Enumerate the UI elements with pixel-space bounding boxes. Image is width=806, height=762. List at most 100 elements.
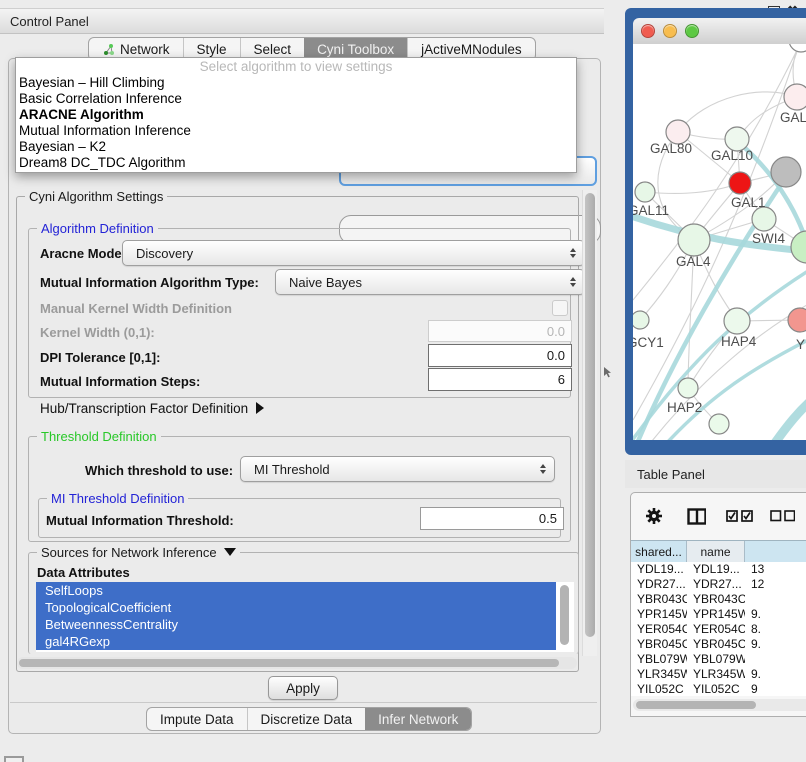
data-attributes-list[interactable]: SelfLoopsTopologicalCoefficientBetweenne… [36,582,574,652]
manual-kernel-checkbox[interactable] [552,300,568,316]
select-all-columns-icon[interactable] [726,510,753,523]
data-attributes-label: Data Attributes [37,565,130,580]
zoom-traffic-icon[interactable] [685,24,699,38]
mi-type-combo[interactable]: Naive Bayes [275,269,585,295]
bottom-tabs: Impute Data Discretize Data Infer Network [146,707,472,731]
network-canvas[interactable]: GALGAL80GAL10GAL1GAL11SWI4GAL4GCY1HAP4YH… [633,44,806,440]
mouse-cursor [604,367,613,378]
expand-arrow-icon [256,402,264,414]
node-label: GAL10 [711,148,753,163]
column-view-icon[interactable] [687,508,707,525]
attribute-item[interactable]: SelfLoops [36,582,556,599]
dock-panel-icon[interactable] [4,756,24,762]
algorithm-dropdown-placeholder: Select algorithm to view settings [16,58,576,75]
tab-impute-data[interactable]: Impute Data [147,708,247,730]
network-node-gal[interactable] [784,84,806,110]
table-cell: YER054C [687,622,745,637]
algorithm-definition-title: Algorithm Definition [37,221,158,236]
network-node-hap4[interactable] [724,308,750,334]
aracne-mode-combo[interactable]: Discovery [122,240,585,266]
application-window: Control Panel ✖ NetworkStyleSelectCyni T… [0,0,806,762]
settings-horizontal-scrollbar[interactable] [17,657,577,669]
tab-infer-network[interactable]: Infer Network [365,708,471,730]
threshold-definition-title: Threshold Definition [37,429,161,444]
table-row[interactable]: YDL19...YDL19...13 [631,562,806,577]
table-row[interactable]: YPR145WYPR145W9. [631,607,806,622]
algorithm-option[interactable]: Dream8 DC_TDC Algorithm [16,155,576,171]
hub-definition-toggle[interactable]: Hub/Transcription Factor Definition [40,401,264,416]
table-row[interactable]: YER054CYER054C8. [631,622,806,637]
minimize-traffic-icon[interactable] [663,24,677,38]
table-row[interactable]: YLR345WYLR345W9. [631,667,806,682]
table-horizontal-scrollbar[interactable] [633,699,806,711]
settings-vertical-scrollbar[interactable] [582,190,597,656]
cyni-algorithm-settings-title: Cyni Algorithm Settings [25,189,167,204]
node-label: Y [796,337,805,352]
mi-steps-field[interactable]: 6 [428,368,572,391]
mi-steps-value: 6 [558,372,565,387]
network-node-gal11[interactable] [635,182,655,202]
mi-steps-label: Mutual Information Steps: [40,374,200,389]
column-header[interactable]: name [687,541,745,563]
list-scrollbar-thumb[interactable] [560,585,569,645]
attribute-item[interactable]: BetweennessCentrality [36,616,556,633]
close-traffic-icon[interactable] [641,24,655,38]
table-toolbar [631,493,806,539]
settings-hscroll-thumb[interactable] [19,659,559,667]
table-panel-title: Table Panel [637,467,705,482]
collapse-arrow-icon[interactable] [224,548,236,556]
gear-icon[interactable] [645,507,663,525]
table-panel-card: shared...name YDL19...YDL19...13YDR27...… [630,492,806,717]
aracne-mode-label: Aracne Mode: [40,246,126,261]
table-cell: YER054C [631,622,687,637]
tab-label: Select [254,42,292,57]
network-node[interactable] [791,231,806,263]
network-node[interactable] [789,44,806,52]
algorithm-option[interactable]: Basic Correlation Inference [16,91,576,107]
network-node[interactable] [771,157,801,187]
panel-divider [10,702,597,703]
network-window-titlebar[interactable] [633,18,806,45]
algorithm-option[interactable]: Mutual Information Inference [16,123,576,139]
tab-label: Discretize Data [261,712,353,727]
algorithm-option[interactable]: ARACNE Algorithm [16,107,576,123]
table-row[interactable]: YBL079WYBL079W [631,652,806,667]
network-node-swi4[interactable] [752,207,776,231]
algorithm-dropdown-list: Bayesian – Hill ClimbingBasic Correlatio… [16,75,576,171]
column-header[interactable] [745,541,806,563]
table-hscroll-thumb[interactable] [636,701,756,709]
network-node-hap2[interactable] [678,378,698,398]
dpi-tolerance-field[interactable]: 0.0 [428,344,572,367]
network-node-y[interactable] [788,308,806,332]
network-node-gal1[interactable] [729,172,751,194]
which-threshold-combo[interactable]: MI Threshold [240,456,555,482]
apply-button[interactable]: Apply [268,676,338,700]
apply-button-label: Apply [286,681,320,696]
table-row[interactable]: YBR043CYBR043C [631,592,806,607]
node-label: GAL80 [650,141,692,156]
attribute-item[interactable]: TopologicalCoefficient [36,599,556,616]
table-cell: YPR145W [631,607,687,622]
mi-threshold-group-title: MI Threshold Definition [47,491,188,506]
mi-threshold-field[interactable]: 0.5 [420,507,564,530]
column-header[interactable]: shared... [631,541,687,563]
network-node[interactable] [709,414,729,434]
tab-discretize-data[interactable]: Discretize Data [247,708,366,730]
table-cell: YBR043C [631,592,687,607]
table-header-row: shared...name [631,540,806,563]
table-row[interactable]: YIL052CYIL052C9 [631,682,806,696]
table-cell: YBR045C [631,637,687,652]
settings-vscroll-thumb[interactable] [585,193,595,637]
algorithm-option[interactable]: Bayesian – K2 [16,139,576,155]
hub-definition-label: Hub/Transcription Factor Definition [40,401,248,416]
node-label: GAL11 [633,203,669,218]
dpi-tolerance-label: DPI Tolerance [0,1]: [40,350,160,365]
attribute-item[interactable]: gal4RGexp [36,633,556,650]
deselect-all-columns-icon[interactable] [770,510,796,522]
aracne-mode-value: Discovery [136,246,193,261]
network-node-gcy1[interactable] [633,311,649,329]
table-row[interactable]: YBR045CYBR045C9. [631,637,806,652]
algorithm-option[interactable]: Bayesian – Hill Climbing [16,75,576,91]
network-node-gal4[interactable] [678,224,710,256]
table-row[interactable]: YDR27...YDR27...12 [631,577,806,592]
